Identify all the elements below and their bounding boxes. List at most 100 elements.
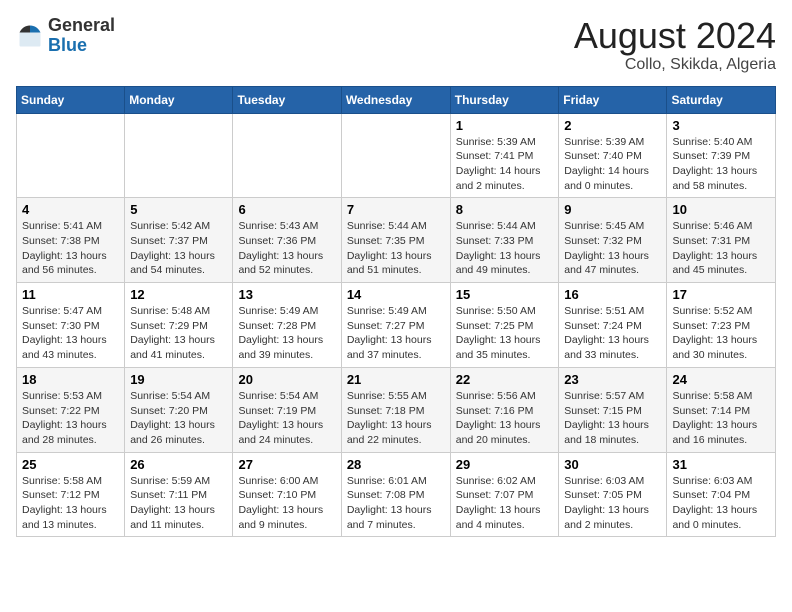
day-info: Sunrise: 5:54 AMSunset: 7:20 PMDaylight:… bbox=[130, 389, 227, 448]
day-cell: 3Sunrise: 5:40 AMSunset: 7:39 PMDaylight… bbox=[667, 113, 776, 198]
weekday-header-thursday: Thursday bbox=[450, 86, 559, 113]
day-info: Sunrise: 5:45 AMSunset: 7:32 PMDaylight:… bbox=[564, 219, 661, 278]
day-number: 19 bbox=[130, 372, 227, 387]
day-number: 10 bbox=[672, 202, 770, 217]
day-cell: 18Sunrise: 5:53 AMSunset: 7:22 PMDayligh… bbox=[17, 367, 125, 452]
day-cell: 6 Sunrise: 5:43 AMSunset: 7:36 PMDaylight… bbox=[233, 198, 341, 283]
day-number: 23 bbox=[564, 372, 661, 387]
day-number: 15 bbox=[456, 287, 554, 302]
day-number: 7 bbox=[347, 202, 445, 217]
day-number: 16 bbox=[564, 287, 661, 302]
day-info: Sunrise: 5:49 AMSunset: 7:27 PMDaylight:… bbox=[347, 304, 445, 363]
day-number: 24 bbox=[672, 372, 770, 387]
week-row-1: 1Sunrise: 5:39 AMSunset: 7:41 PMDaylight… bbox=[17, 113, 776, 198]
day-info: Sunrise: 5:55 AMSunset: 7:18 PMDaylight:… bbox=[347, 389, 445, 448]
day-cell: 9 Sunrise: 5:45 AMSunset: 7:32 PMDaylight… bbox=[559, 198, 667, 283]
day-cell: 11 Sunrise: 5:47 AMSunset: 7:30 PMDayligh… bbox=[17, 283, 125, 368]
day-number: 4 bbox=[22, 202, 119, 217]
day-info: Sunrise: 5:54 AMSunset: 7:19 PMDaylight:… bbox=[238, 389, 335, 448]
logo-icon bbox=[16, 22, 44, 50]
day-number: 18 bbox=[22, 372, 119, 387]
day-cell: 8 Sunrise: 5:44 AMSunset: 7:33 PMDaylight… bbox=[450, 198, 559, 283]
weekday-header-wednesday: Wednesday bbox=[341, 86, 450, 113]
day-cell bbox=[125, 113, 233, 198]
day-info: Sunrise: 5:59 AMSunset: 7:11 PMDaylight:… bbox=[130, 474, 227, 533]
day-cell: 2 Sunrise: 5:39 AMSunset: 7:40 PMDaylight… bbox=[559, 113, 667, 198]
day-number: 20 bbox=[238, 372, 335, 387]
week-row-5: 25Sunrise: 5:58 AMSunset: 7:12 PMDayligh… bbox=[17, 452, 776, 537]
weekday-header-monday: Monday bbox=[125, 86, 233, 113]
location-subtitle: Collo, Skikda, Algeria bbox=[574, 56, 776, 74]
day-cell: 7Sunrise: 5:44 AMSunset: 7:35 PMDaylight… bbox=[341, 198, 450, 283]
day-number: 29 bbox=[456, 457, 554, 472]
day-number: 21 bbox=[347, 372, 445, 387]
day-number: 30 bbox=[564, 457, 661, 472]
logo-general-text: General bbox=[48, 15, 115, 35]
day-cell: 23 Sunrise: 5:57 AMSunset: 7:15 PMDayligh… bbox=[559, 367, 667, 452]
day-info: Sunrise: 5:43 AMSunset: 7:36 PMDaylight:… bbox=[238, 219, 335, 278]
day-number: 3 bbox=[672, 118, 770, 133]
day-info: Sunrise: 5:56 AMSunset: 7:16 PMDaylight:… bbox=[456, 389, 554, 448]
day-cell bbox=[17, 113, 125, 198]
day-info: Sunrise: 5:47 AMSunset: 7:30 PMDaylight:… bbox=[22, 304, 119, 363]
weekday-header-sunday: Sunday bbox=[17, 86, 125, 113]
day-cell: 28 Sunrise: 6:01 AMSunset: 7:08 PMDayligh… bbox=[341, 452, 450, 537]
day-cell: 17Sunrise: 5:52 AMSunset: 7:23 PMDayligh… bbox=[667, 283, 776, 368]
day-number: 28 bbox=[347, 457, 445, 472]
day-cell: 20 Sunrise: 5:54 AMSunset: 7:19 PMDayligh… bbox=[233, 367, 341, 452]
day-info: Sunrise: 5:52 AMSunset: 7:23 PMDaylight:… bbox=[672, 304, 770, 363]
day-info: Sunrise: 5:46 AMSunset: 7:31 PMDaylight:… bbox=[672, 219, 770, 278]
header-row: SundayMondayTuesdayWednesdayThursdayFrid… bbox=[17, 86, 776, 113]
day-cell: 5Sunrise: 5:42 AMSunset: 7:37 PMDaylight… bbox=[125, 198, 233, 283]
page-header: General Blue August 2024 Collo, Skikda, … bbox=[16, 16, 776, 74]
week-row-3: 11 Sunrise: 5:47 AMSunset: 7:30 PMDayligh… bbox=[17, 283, 776, 368]
day-cell: 29 Sunrise: 6:02 AMSunset: 7:07 PMDayligh… bbox=[450, 452, 559, 537]
day-cell: 22 Sunrise: 5:56 AMSunset: 7:16 PMDayligh… bbox=[450, 367, 559, 452]
week-row-2: 4Sunrise: 5:41 AMSunset: 7:38 PMDaylight… bbox=[17, 198, 776, 283]
weekday-header-saturday: Saturday bbox=[667, 86, 776, 113]
day-number: 8 bbox=[456, 202, 554, 217]
day-cell: 15 Sunrise: 5:50 AMSunset: 7:25 PMDayligh… bbox=[450, 283, 559, 368]
logo-blue-text: Blue bbox=[48, 35, 87, 55]
day-cell: 16 Sunrise: 5:51 AMSunset: 7:24 PMDayligh… bbox=[559, 283, 667, 368]
day-info: Sunrise: 5:39 AMSunset: 7:40 PMDaylight:… bbox=[564, 135, 661, 194]
day-number: 11 bbox=[22, 287, 119, 302]
title-block: August 2024 Collo, Skikda, Algeria bbox=[574, 16, 776, 74]
day-info: Sunrise: 6:03 AMSunset: 7:04 PMDaylight:… bbox=[672, 474, 770, 533]
day-number: 1 bbox=[456, 118, 554, 133]
day-info: Sunrise: 5:48 AMSunset: 7:29 PMDaylight:… bbox=[130, 304, 227, 363]
day-number: 14 bbox=[347, 287, 445, 302]
day-cell: 4Sunrise: 5:41 AMSunset: 7:38 PMDaylight… bbox=[17, 198, 125, 283]
day-cell: 27 Sunrise: 6:00 AMSunset: 7:10 PMDayligh… bbox=[233, 452, 341, 537]
day-info: Sunrise: 5:51 AMSunset: 7:24 PMDaylight:… bbox=[564, 304, 661, 363]
day-number: 13 bbox=[238, 287, 335, 302]
day-number: 6 bbox=[238, 202, 335, 217]
day-info: Sunrise: 6:03 AMSunset: 7:05 PMDaylight:… bbox=[564, 474, 661, 533]
month-year-title: August 2024 bbox=[574, 16, 776, 56]
day-info: Sunrise: 6:02 AMSunset: 7:07 PMDaylight:… bbox=[456, 474, 554, 533]
day-cell: 24Sunrise: 5:58 AMSunset: 7:14 PMDayligh… bbox=[667, 367, 776, 452]
day-number: 2 bbox=[564, 118, 661, 133]
day-info: Sunrise: 5:44 AMSunset: 7:33 PMDaylight:… bbox=[456, 219, 554, 278]
day-number: 31 bbox=[672, 457, 770, 472]
weekday-header-friday: Friday bbox=[559, 86, 667, 113]
day-cell: 12Sunrise: 5:48 AMSunset: 7:29 PMDayligh… bbox=[125, 283, 233, 368]
day-info: Sunrise: 5:58 AMSunset: 7:12 PMDaylight:… bbox=[22, 474, 119, 533]
weekday-header-tuesday: Tuesday bbox=[233, 86, 341, 113]
day-cell: 25Sunrise: 5:58 AMSunset: 7:12 PMDayligh… bbox=[17, 452, 125, 537]
day-cell bbox=[233, 113, 341, 198]
day-info: Sunrise: 5:50 AMSunset: 7:25 PMDaylight:… bbox=[456, 304, 554, 363]
day-info: Sunrise: 6:00 AMSunset: 7:10 PMDaylight:… bbox=[238, 474, 335, 533]
day-cell: 21 Sunrise: 5:55 AMSunset: 7:18 PMDayligh… bbox=[341, 367, 450, 452]
day-info: Sunrise: 5:57 AMSunset: 7:15 PMDaylight:… bbox=[564, 389, 661, 448]
day-number: 22 bbox=[456, 372, 554, 387]
day-info: Sunrise: 6:01 AMSunset: 7:08 PMDaylight:… bbox=[347, 474, 445, 533]
day-number: 9 bbox=[564, 202, 661, 217]
day-info: Sunrise: 5:49 AMSunset: 7:28 PMDaylight:… bbox=[238, 304, 335, 363]
day-cell: 31 Sunrise: 6:03 AMSunset: 7:04 PMDayligh… bbox=[667, 452, 776, 537]
week-row-4: 18Sunrise: 5:53 AMSunset: 7:22 PMDayligh… bbox=[17, 367, 776, 452]
day-number: 27 bbox=[238, 457, 335, 472]
day-cell: 1Sunrise: 5:39 AMSunset: 7:41 PMDaylight… bbox=[450, 113, 559, 198]
day-cell: 10 Sunrise: 5:46 AMSunset: 7:31 PMDayligh… bbox=[667, 198, 776, 283]
day-info: Sunrise: 5:42 AMSunset: 7:37 PMDaylight:… bbox=[130, 219, 227, 278]
